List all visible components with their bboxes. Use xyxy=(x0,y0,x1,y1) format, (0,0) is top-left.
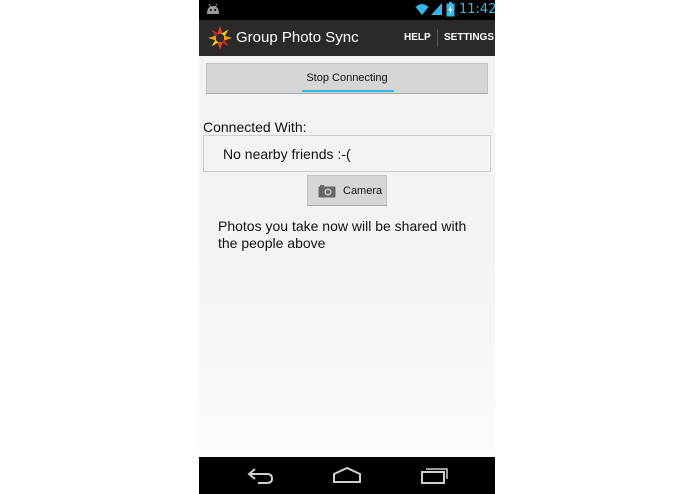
help-button[interactable]: HELP xyxy=(404,20,431,56)
settings-button[interactable]: SETTINGS xyxy=(444,20,494,56)
android-icon xyxy=(207,3,219,14)
navigation-bar xyxy=(199,457,495,494)
battery-icon xyxy=(446,2,455,17)
camera-icon xyxy=(318,185,336,198)
back-icon[interactable] xyxy=(246,466,274,484)
camera-button[interactable]: Camera xyxy=(307,175,387,206)
home-icon[interactable] xyxy=(332,466,362,484)
stop-connecting-button[interactable]: Stop Connecting xyxy=(206,63,488,94)
no-friends-message: No nearby friends :-( xyxy=(223,146,351,162)
wifi-icon xyxy=(415,4,429,15)
camera-label: Camera xyxy=(343,185,383,197)
progress-underline xyxy=(302,90,394,92)
content-area xyxy=(199,260,495,457)
phone-screen: 11:42 Group Photo Sync HELP SETTINGS Sto… xyxy=(199,0,495,494)
starburst-logo-icon xyxy=(208,26,232,50)
info-text: Photos you take now will be shared with … xyxy=(218,218,467,251)
connected-with-label: Connected With: xyxy=(203,119,307,135)
status-bar: 11:42 xyxy=(199,0,495,20)
connected-friends-list: No nearby friends :-( xyxy=(203,135,491,172)
recent-apps-icon[interactable] xyxy=(420,466,448,484)
status-clock: 11:42 xyxy=(459,2,495,17)
action-bar: Group Photo Sync HELP SETTINGS xyxy=(199,20,495,56)
action-divider xyxy=(437,29,438,47)
stop-connecting-label: Stop Connecting xyxy=(306,72,388,84)
app-title: Group Photo Sync xyxy=(236,29,359,46)
signal-icon xyxy=(431,3,442,15)
